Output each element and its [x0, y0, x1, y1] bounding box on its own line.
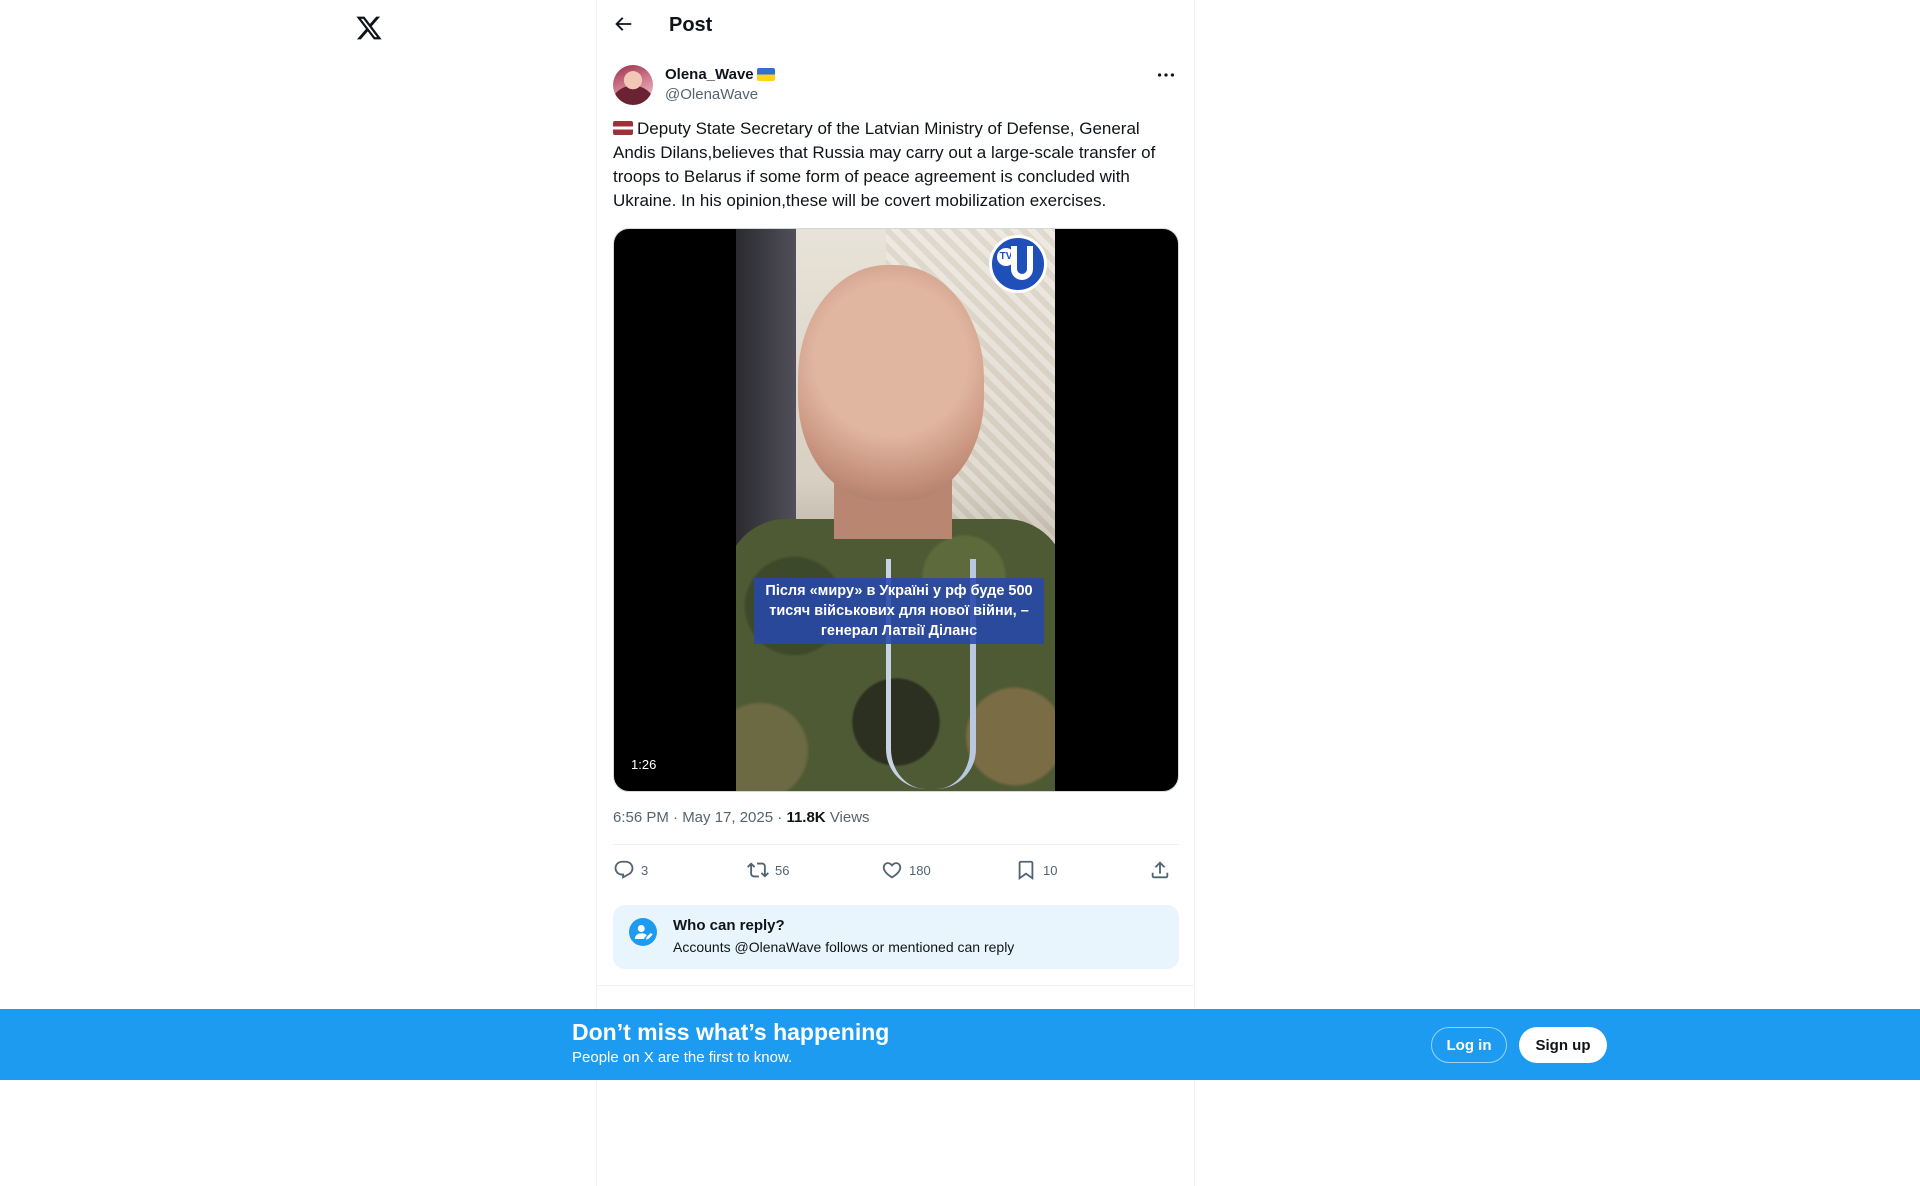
flag-ukraine-icon: [756, 68, 775, 81]
page-title: Post: [669, 14, 713, 36]
arrow-left-icon: [615, 17, 632, 31]
login-button[interactable]: Log in: [1431, 1027, 1507, 1063]
reply-icon: [614, 860, 634, 879]
video-player[interactable]: TV Після «миру» в Україні у рф буде 500 …: [613, 228, 1179, 792]
avatar[interactable]: [613, 65, 653, 105]
author-handle[interactable]: @OlenaWave: [665, 86, 758, 103]
post-meta: 6:56 PM · May 17, 2025 · 11.8K Views: [613, 809, 870, 826]
repost-count: 56: [775, 862, 790, 878]
video-duration: 1:26: [626, 755, 662, 774]
post-header: Post: [597, 0, 1194, 53]
back-button[interactable]: [612, 13, 638, 39]
tv-u-logo-icon: TV: [989, 235, 1047, 293]
post-timestamp[interactable]: 6:56 PM · May 17, 2025: [613, 809, 773, 826]
signup-button[interactable]: Sign up: [1519, 1027, 1607, 1063]
banner-subtitle: People on X are the first to know.: [572, 1049, 793, 1066]
who-can-reply-subtitle: Accounts @OlenaWave follows or mentioned…: [673, 939, 1015, 955]
x-logo-icon[interactable]: [355, 14, 383, 42]
post-text: Deputy State Secretary of the Latvian Mi…: [613, 117, 1179, 213]
who-can-reply-box: Who can reply? Accounts @OlenaWave follo…: [613, 905, 1179, 969]
views-label: Views: [829, 809, 870, 826]
repost-button[interactable]: 56: [747, 855, 789, 885]
more-options-button[interactable]: [1155, 64, 1179, 88]
bookmark-count: 10: [1043, 862, 1058, 878]
signup-banner: Don’t miss what’s happening People on X …: [0, 1009, 1920, 1080]
flag-latvia-icon: [613, 121, 633, 135]
author-display-name[interactable]: Olena_Wave: [665, 66, 754, 83]
author-name-row: Olena_Wave: [665, 66, 775, 83]
video-frame: [736, 229, 1055, 791]
bookmark-icon: [1018, 860, 1034, 881]
video-caption: Після «миру» в Україні у рф буде 500 тис…: [754, 578, 1044, 644]
repost-icon: [747, 862, 769, 878]
like-button[interactable]: 180: [881, 855, 931, 885]
divider: [613, 844, 1179, 845]
who-can-reply-title: Who can reply?: [673, 917, 785, 934]
views-count: 11.8K: [786, 809, 826, 826]
like-count: 180: [909, 862, 931, 878]
more-horizontal-icon: [1157, 73, 1175, 77]
banner-title: Don’t miss what’s happening: [572, 1019, 890, 1045]
heart-icon: [882, 862, 902, 879]
divider: [597, 985, 1194, 986]
user-mention-icon: [629, 918, 657, 946]
logo-u-mark: [1011, 246, 1033, 280]
post-actions: 3 56 180 10: [613, 855, 1179, 885]
post-author: Olena_Wave @OlenaWave: [613, 64, 1179, 108]
reply-button[interactable]: 3: [613, 855, 648, 885]
bookmark-button[interactable]: 10: [1015, 855, 1057, 885]
share-button[interactable]: [1149, 855, 1171, 885]
reply-count: 3: [641, 862, 649, 878]
share-icon: [1151, 861, 1169, 879]
video-figure-head: [798, 265, 984, 501]
post-body: Deputy State Secretary of the Latvian Mi…: [613, 119, 1156, 210]
